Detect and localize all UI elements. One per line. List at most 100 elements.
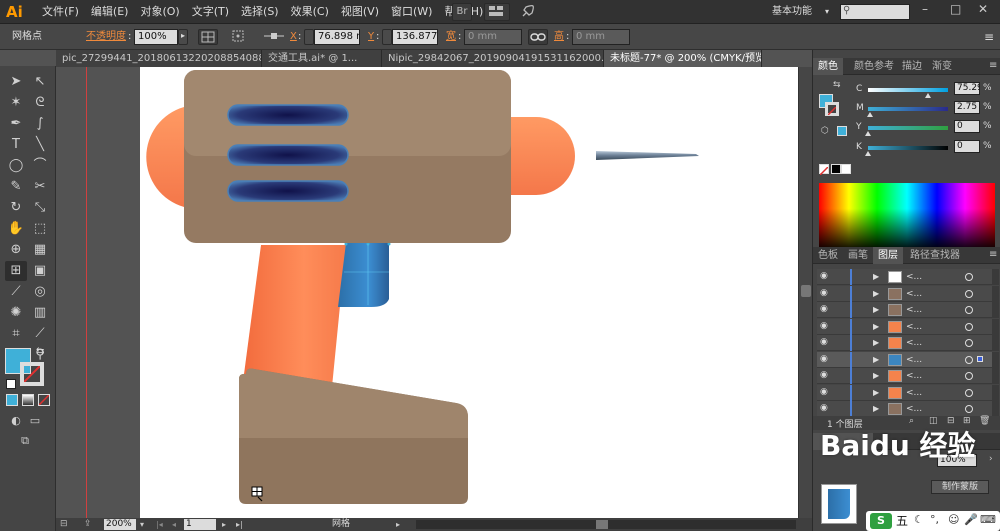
emoji-icon[interactable]: ☺ (948, 513, 959, 526)
menu-effect[interactable]: 效果(C) (285, 0, 335, 24)
swap-colors-icon[interactable]: ⇆ (833, 80, 841, 90)
layer-name[interactable]: <... (906, 335, 922, 351)
layer-row[interactable]: ◉ ▶ <... (817, 335, 999, 351)
tab-color-guide[interactable]: 颜色参考 (849, 58, 899, 75)
menu-edit[interactable]: 编辑(E) (85, 0, 135, 24)
height-label[interactable]: 高 (554, 24, 564, 50)
channel-m-slider[interactable] (868, 107, 948, 111)
first-artboard-icon[interactable]: |◂ (156, 518, 163, 531)
channel-y-handle[interactable] (865, 131, 871, 136)
layers-scrollbar[interactable] (992, 302, 999, 318)
channel-k-value[interactable]: 0 (954, 140, 980, 153)
layer-name[interactable]: <... (906, 302, 922, 318)
eye-icon[interactable]: ◉ (820, 288, 830, 297)
last-artboard-icon[interactable]: ▸| (236, 518, 243, 531)
y-stepper[interactable] (382, 29, 392, 45)
tab-document-2[interactable]: 交通工具.ai* @ 1... (262, 50, 382, 67)
layers-scrollbar[interactable] (992, 269, 999, 285)
height-field[interactable]: 0 mm (572, 29, 630, 45)
menu-window[interactable]: 窗口(W) (385, 0, 438, 24)
expand-arrow-icon[interactable]: ▶ (873, 289, 879, 298)
eyedropper-tool-icon[interactable]: ⟋ (5, 282, 27, 302)
layer-row[interactable]: ◉ ▶ <... (817, 269, 999, 285)
target-icon[interactable] (965, 388, 973, 397)
close-button[interactable]: ✕ (978, 2, 988, 16)
target-icon[interactable] (965, 339, 973, 347)
width-label[interactable]: 宽 (446, 24, 456, 50)
curvature-tool-icon[interactable]: ∫ (29, 114, 51, 134)
layers-scrollbar[interactable] (992, 335, 999, 351)
scale-tool-icon[interactable]: ⤡ (29, 198, 51, 218)
moon-icon[interactable]: ☾ (914, 513, 924, 526)
workspace-switcher[interactable]: 基本功能 (772, 0, 812, 24)
artboard-nav-icon[interactable]: ⊟ (60, 518, 68, 531)
artboard-number-field[interactable]: 1 (184, 519, 216, 530)
layer-row[interactable]: ◉ ▶ <... (817, 318, 999, 335)
eye-icon[interactable]: ◉ (820, 305, 830, 314)
new-layer-icon[interactable]: ⊞ (963, 416, 971, 426)
tab-brushes[interactable]: 画笔 (843, 247, 873, 264)
layer-row[interactable]: ◉ ▶ <... (817, 302, 999, 318)
none-swatch[interactable] (819, 164, 829, 176)
panel-menu-icon[interactable]: ≡ (984, 24, 994, 50)
none-mode-button[interactable] (38, 394, 50, 406)
white-swatch[interactable] (841, 164, 851, 174)
export-icon[interactable]: ⇪ (84, 518, 92, 531)
scroll-thumb[interactable] (801, 285, 811, 297)
column-graph-tool-icon[interactable]: ▥ (29, 303, 51, 323)
expand-arrow-icon[interactable]: ▶ (873, 322, 879, 331)
layer-name[interactable]: <... (906, 401, 922, 417)
layer-name[interactable]: <... (906, 286, 922, 302)
channel-c-handle[interactable] (925, 93, 931, 98)
menu-object[interactable]: 对象(O) (134, 0, 185, 24)
target-icon[interactable] (965, 355, 973, 364)
channel-c-value[interactable]: 75.29 (954, 82, 980, 95)
canvas-area[interactable] (56, 67, 798, 518)
tab-document-3[interactable]: Nipic_29842067_20190904191531162000.ai* … (382, 50, 604, 67)
type-tool-icon[interactable]: T (5, 135, 27, 155)
layers-scrollbar[interactable] (992, 318, 999, 335)
zoom-dropdown-icon[interactable]: ▾ (140, 518, 144, 531)
x-label[interactable]: X (290, 24, 297, 50)
punctuation-icon[interactable]: °, (930, 513, 939, 526)
status-menu-icon[interactable]: ▸ (396, 518, 400, 531)
gamut-swatch[interactable] (837, 126, 847, 136)
arrange-documents-button[interactable] (484, 3, 510, 21)
tab-color[interactable]: 颜色 (813, 58, 843, 75)
menu-select[interactable]: 选择(S) (235, 0, 285, 24)
horizontal-scrollbar[interactable] (416, 520, 796, 529)
minimize-button[interactable]: – (922, 2, 928, 16)
menu-type[interactable]: 文字(T) (186, 0, 235, 24)
layer-row[interactable]: ◉ ▶ <... (817, 401, 999, 417)
expand-arrow-icon[interactable]: ▶ (873, 355, 879, 364)
menu-file[interactable]: 文件(F) (36, 0, 85, 24)
x-field[interactable]: 76.898 mm (314, 29, 360, 45)
grid-icon-button[interactable] (198, 29, 218, 45)
target-icon[interactable] (965, 306, 973, 314)
h-scroll-thumb[interactable] (596, 520, 608, 529)
channel-k-handle[interactable] (865, 151, 871, 156)
eye-icon[interactable]: ◉ (820, 321, 830, 330)
free-transform-tool-icon[interactable]: ⬚ (29, 219, 51, 239)
transform-reference-button[interactable] (230, 29, 252, 45)
layers-scrollbar[interactable] (992, 351, 999, 368)
tab-document-1[interactable]: pic_27299441_2018061322020885408​8.ai* @… (56, 50, 262, 67)
expand-arrow-icon[interactable]: ▶ (873, 338, 879, 347)
layer-row[interactable]: ◉ ▶ <... (817, 285, 999, 302)
selection-indicator[interactable] (977, 355, 983, 362)
channel-y-value[interactable]: 0 (954, 120, 980, 133)
drill-trigger[interactable] (338, 243, 389, 307)
eye-icon[interactable]: ◉ (820, 387, 830, 396)
eye-icon[interactable]: ◉ (820, 404, 830, 413)
swap-fill-stroke-icon[interactable]: ⇆ (36, 346, 44, 357)
channel-m-handle[interactable] (867, 112, 874, 117)
search-input[interactable] (855, 6, 907, 18)
anchor-convert-button[interactable] (262, 29, 288, 45)
rotate-tool-icon[interactable]: ↻ (5, 198, 27, 218)
opacity-field[interactable]: 100% (134, 29, 178, 45)
black-swatch[interactable] (831, 164, 841, 174)
search-field[interactable]: ⚲ (840, 4, 910, 20)
layers-scrollbar[interactable] (992, 285, 999, 302)
prev-artboard-icon[interactable]: ◂ (172, 518, 176, 531)
vent-slot[interactable] (227, 104, 349, 126)
